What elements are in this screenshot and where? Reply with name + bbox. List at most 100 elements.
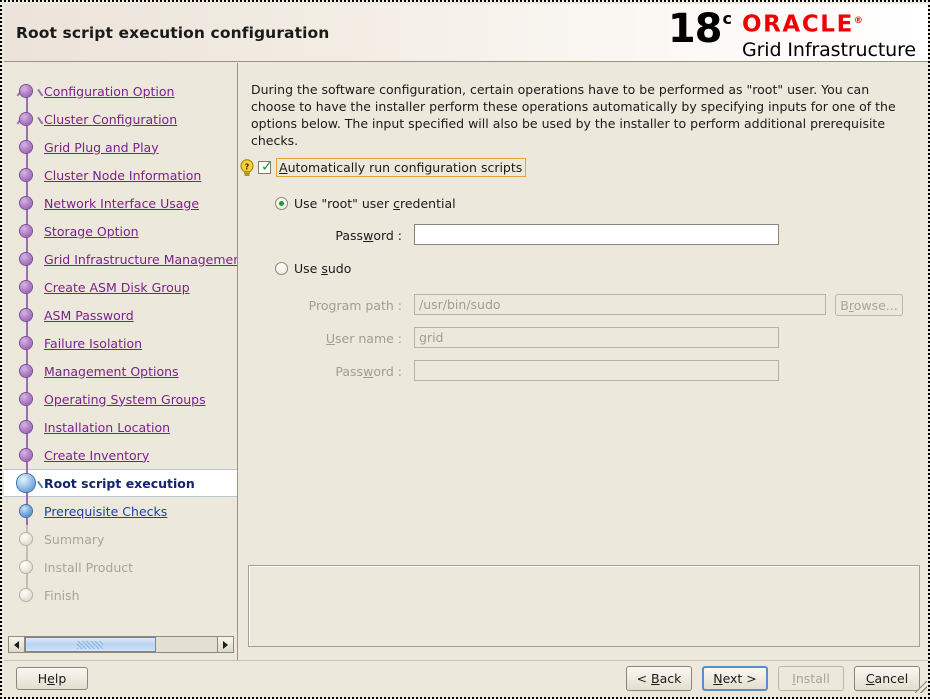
sidebar-item-label: Finish <box>44 587 80 603</box>
logo-wordmark: ORACLE® Grid Infrastructure <box>742 9 916 61</box>
step-marker <box>16 469 44 497</box>
sidebar-item-label: Grid Infrastructure Managemen <box>44 251 238 267</box>
sidebar-item-label: ASM Password <box>44 307 134 323</box>
sidebar-item-label: Installation Location <box>44 419 171 435</box>
step-node-icon <box>20 561 32 573</box>
sidebar-horizontal-scrollbar[interactable] <box>8 635 234 654</box>
step-node-icon <box>20 197 32 209</box>
help-button[interactable]: Help <box>16 667 88 690</box>
root-credential-option-row[interactable]: Use "root" user credential <box>275 196 456 211</box>
step-marker <box>16 357 38 385</box>
sidebar-item-cluster-configuration[interactable]: Cluster Configuration <box>4 105 237 133</box>
sudo-radio[interactable] <box>275 262 288 275</box>
root-password-input[interactable] <box>414 224 779 245</box>
step-marker <box>16 497 38 525</box>
sudo-username-label: User name : <box>325 331 402 346</box>
step-node-icon <box>20 253 32 265</box>
step-node-icon <box>20 505 32 517</box>
sidebar-item-label: Failure Isolation <box>44 335 143 351</box>
installer-window: Root script execution configuration 18 c… <box>0 0 930 699</box>
description-text: During the software configuration, certa… <box>251 82 896 148</box>
sudo-password-label: Password : <box>335 364 402 379</box>
sudo-password-input[interactable] <box>414 360 779 381</box>
sidebar-item-create-inventory[interactable]: Create Inventory <box>4 441 237 469</box>
step-node-icon <box>20 113 32 125</box>
sidebar-item-label: Install Product <box>44 559 134 575</box>
program-path-input[interactable] <box>414 294 826 315</box>
sidebar-item-label: Operating System Groups <box>44 391 206 407</box>
sidebar-item-label: Cluster Configuration <box>44 111 178 127</box>
auto-run-scripts-label[interactable]: Automatically run configuration scripts <box>276 158 527 177</box>
step-marker <box>16 525 38 553</box>
chevron-left-icon <box>14 640 19 649</box>
step-marker <box>16 77 44 105</box>
root-credential-label: Use "root" user credential <box>294 196 456 211</box>
browse-button[interactable]: Browse... <box>835 294 903 316</box>
sidebar-item-grid-plug-and-play[interactable]: Grid Plug and Play <box>4 133 237 161</box>
sudo-option-row[interactable]: Use sudo <box>275 261 351 276</box>
radio-selected-dot-icon <box>279 201 284 206</box>
sidebar-item-create-asm-disk-group[interactable]: Create ASM Disk Group <box>4 273 237 301</box>
sidebar-item-grid-infrastructure-managemen[interactable]: Grid Infrastructure Managemen <box>4 245 238 273</box>
step-node-icon <box>20 421 32 433</box>
step-branch-right-icon <box>30 88 44 102</box>
program-path-label: Program path : <box>308 298 402 313</box>
sudo-username-input[interactable] <box>414 327 779 348</box>
sidebar-item-install-product: Install Product <box>4 553 237 581</box>
step-marker <box>16 217 38 245</box>
scroll-right-button[interactable] <box>217 636 234 653</box>
step-node-icon <box>20 589 32 601</box>
next-button[interactable]: Next > <box>702 666 768 691</box>
step-marker <box>16 161 38 189</box>
step-node-icon <box>20 337 32 349</box>
checkmark-icon: ✓ <box>261 159 273 175</box>
sidebar-item-root-script-execution[interactable]: Root script execution <box>4 469 237 497</box>
step-marker <box>16 105 44 133</box>
step-marker <box>16 133 38 161</box>
step-marker <box>16 329 38 357</box>
scrollbar-track[interactable] <box>25 636 217 653</box>
sidebar-item-configuration-option[interactable]: Configuration Option <box>4 77 237 105</box>
logo-product-name: Grid Infrastructure <box>741 38 916 61</box>
sidebar-item-label: Create ASM Disk Group <box>44 279 190 295</box>
step-node-icon <box>20 393 32 405</box>
sidebar-item-label: Network Interface Usage <box>44 195 200 211</box>
step-marker <box>16 413 38 441</box>
header-bar: Root script execution configuration 18 c… <box>4 4 928 62</box>
back-button[interactable]: < Back <box>626 666 692 691</box>
footer-bar: Help < Back Next > Install Cancel <box>4 660 928 695</box>
sidebar-item-cluster-node-information[interactable]: Cluster Node Information <box>4 161 237 189</box>
step-node-icon <box>20 281 32 293</box>
scrollbar-thumb[interactable] <box>25 637 156 652</box>
scroll-left-button[interactable] <box>8 636 25 653</box>
lightbulb-help-icon[interactable]: ? <box>240 158 254 177</box>
resize-grip-icon[interactable] <box>915 681 927 693</box>
install-button[interactable]: Install <box>778 666 844 691</box>
sidebar-item-installation-location[interactable]: Installation Location <box>4 413 237 441</box>
auto-run-scripts-checkbox[interactable]: ✓ <box>258 159 273 175</box>
root-password-label: Password : <box>335 228 402 243</box>
step-node-icon <box>20 365 32 377</box>
sidebar-item-failure-isolation[interactable]: Failure Isolation <box>4 329 237 357</box>
cancel-button[interactable]: Cancel <box>854 666 920 691</box>
sidebar-item-label: Cluster Node Information <box>44 167 202 183</box>
sidebar-item-management-options[interactable]: Management Options <box>4 357 237 385</box>
step-branch-right-icon <box>30 116 44 130</box>
step-node-icon <box>20 309 32 321</box>
step-marker <box>16 273 38 301</box>
sidebar-item-asm-password[interactable]: ASM Password <box>4 301 237 329</box>
logo-version-number: 18 <box>667 6 723 52</box>
step-node-icon <box>20 449 32 461</box>
message-panel <box>248 565 920 647</box>
step-marker <box>16 581 38 609</box>
logo-version-suffix: c <box>722 9 732 28</box>
auto-run-label-rest: utomatically run configuration scripts <box>287 160 523 175</box>
sidebar-item-label: Management Options <box>44 363 179 379</box>
sidebar-item-operating-system-groups[interactable]: Operating System Groups <box>4 385 237 413</box>
root-credential-radio[interactable] <box>275 197 288 210</box>
page-title: Root script execution configuration <box>16 24 330 42</box>
sidebar-item-prerequisite-checks[interactable]: Prerequisite Checks <box>4 497 237 525</box>
sidebar-item-storage-option[interactable]: Storage Option <box>4 217 237 245</box>
sidebar-item-network-interface-usage[interactable]: Network Interface Usage <box>4 189 237 217</box>
logo-brand: ORACLE® <box>741 11 863 38</box>
